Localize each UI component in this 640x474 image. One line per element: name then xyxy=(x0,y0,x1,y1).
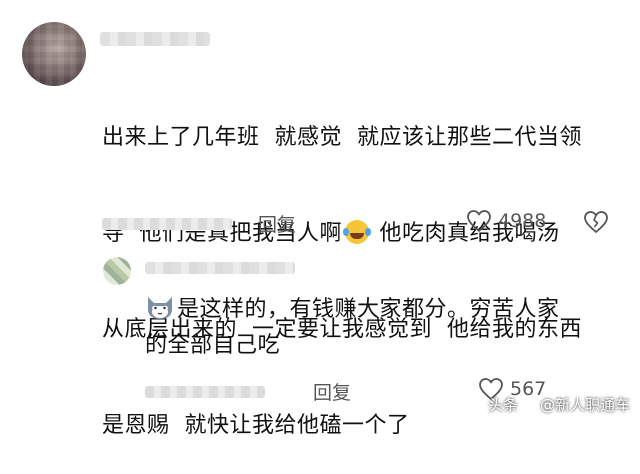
reply-line-2: 的全部自己吃 xyxy=(145,333,281,358)
reply-meta-row: 回复 xyxy=(145,378,351,405)
heart-icon[interactable] xyxy=(466,209,492,233)
comment-reply-button[interactable]: 回复 xyxy=(258,210,296,237)
watermark-prefix: 头条 xyxy=(487,396,518,414)
comment-meta-row: 回复 xyxy=(102,210,296,237)
cat-emoji-icon xyxy=(148,297,172,319)
broken-heart-icon[interactable] xyxy=(583,210,609,234)
comment-like-count: 4988 xyxy=(498,210,547,232)
comment-line-1: 出来上了几年班 就感觉 就应该让那些二代当领 xyxy=(102,125,582,150)
reply-reply-button[interactable]: 回复 xyxy=(313,378,351,405)
laughing-crying-emoji-icon xyxy=(343,220,369,244)
reply-line-1: 是这样的，有钱赚大家都分。穷苦人家 xyxy=(145,292,615,328)
commenter-avatar[interactable] xyxy=(22,22,86,86)
watermark: 头条 @新人职通车 xyxy=(488,394,630,415)
reply-date-blurred xyxy=(145,385,265,398)
comment-like-row: 4988 xyxy=(466,209,546,233)
replier-name-blurred[interactable] xyxy=(145,262,295,274)
watermark-handle: @新人职通车 xyxy=(539,396,630,414)
comment-date-blurred xyxy=(102,217,232,230)
reply-line-1-text: 是这样的，有钱赚大家都分。穷苦人家 xyxy=(177,297,560,322)
commenter-name-blurred[interactable] xyxy=(100,32,210,46)
at-sign-icon xyxy=(521,397,537,412)
replier-avatar[interactable] xyxy=(103,257,131,285)
reply-text: 是这样的，有钱赚大家都分。穷苦人家 的全部自己吃 xyxy=(145,292,615,364)
